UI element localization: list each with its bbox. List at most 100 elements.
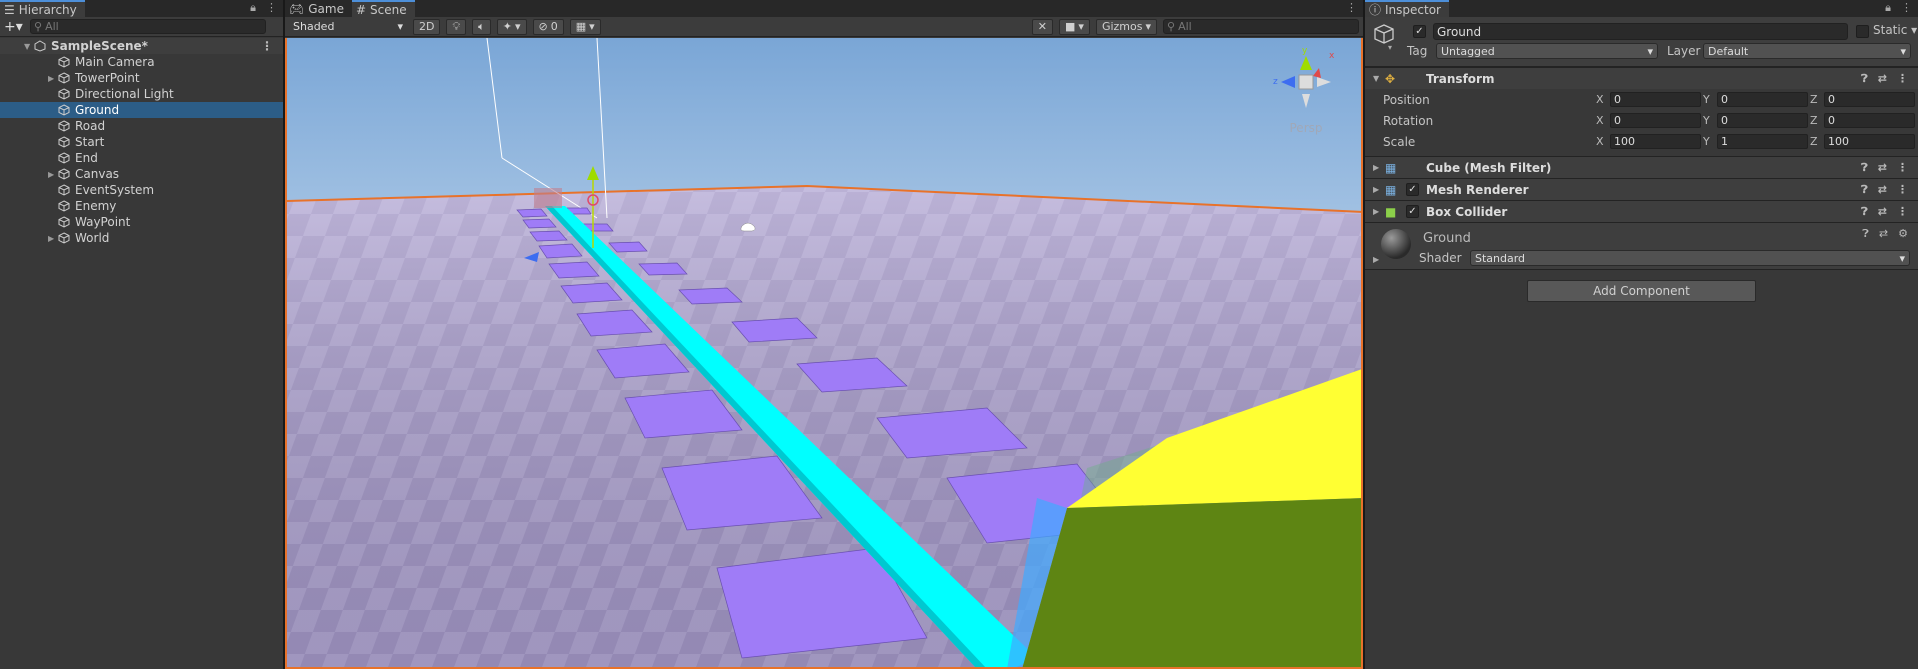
hierarchy-item[interactable]: ▶ TowerPoint [0, 70, 283, 86]
y-label[interactable]: Y [1703, 114, 1717, 127]
rotation-z-field[interactable]: 0 [1824, 113, 1915, 128]
tab-game[interactable]: 🎮︎ Game [285, 0, 352, 17]
tab-inspector[interactable]: ⓘ Inspector [1365, 0, 1449, 17]
position-label[interactable]: Position [1383, 93, 1430, 107]
mesh-renderer-component-header[interactable]: ▶ ▦ ✓ Mesh Renderer ❓︎ ⇄ ⋮ [1365, 178, 1918, 200]
hierarchy-item[interactable]: Enemy [0, 198, 283, 214]
lock-icon[interactable]: 🔒︎ [250, 1, 256, 15]
expand-arrow-icon[interactable]: ▶ [1373, 163, 1379, 172]
scene-root[interactable]: ▼ SampleScene* ⋮ [0, 38, 283, 54]
preset-icon[interactable]: ⇄ [1878, 161, 1887, 175]
position-x-field[interactable]: 0 [1610, 92, 1701, 107]
help-icon[interactable]: ❓︎ [1861, 161, 1868, 175]
more-menu-icon[interactable]: ⋮ [1901, 1, 1912, 15]
grid-snap-dropdown[interactable]: ▦ ▾ [569, 18, 601, 35]
preset-icon[interactable]: ⇄ [1878, 72, 1887, 86]
mesh-renderer-enabled-checkbox[interactable]: ✓ [1406, 183, 1419, 196]
gizmos-dropdown[interactable]: Gizmos ▾ [1095, 18, 1157, 35]
scene-menu-icon[interactable]: ⋮ [261, 39, 273, 53]
scale-label[interactable]: Scale [1383, 135, 1415, 149]
help-icon[interactable]: ❓︎ [1861, 183, 1868, 197]
scale-x-field[interactable]: 100 [1610, 134, 1701, 149]
active-checkbox[interactable]: ✓ [1413, 25, 1426, 38]
hierarchy-item[interactable]: Start [0, 134, 283, 150]
z-label[interactable]: Z [1810, 135, 1824, 148]
hierarchy-item[interactable]: WayPoint [0, 214, 283, 230]
tab-hierarchy[interactable]: ☰ Hierarchy [0, 0, 85, 17]
box-collider-component-header[interactable]: ▶ ■ ✓ Box Collider ❓︎ ⇄ ⋮ [1365, 200, 1918, 222]
y-label[interactable]: Y [1703, 93, 1717, 106]
gameobject-cube-icon[interactable] [1373, 23, 1395, 45]
mesh-filter-component-header[interactable]: ▶ ▦ Cube (Mesh Filter) ❓︎ ⇄ ⋮ [1365, 156, 1918, 178]
gear-icon[interactable]: ⚙ [1898, 227, 1908, 241]
collapse-arrow-icon[interactable]: ▼ [1373, 74, 1379, 83]
layer-dropdown[interactable]: Default ▾ [1703, 43, 1911, 59]
chevron-down-icon[interactable]: ▾ [1388, 43, 1392, 52]
lock-icon[interactable]: 🔒︎ [1885, 1, 1891, 15]
preset-icon[interactable]: ⇄ [1878, 183, 1887, 197]
hierarchy-item[interactable]: EventSystem [0, 182, 283, 198]
hierarchy-item[interactable]: Ground [0, 102, 283, 118]
hierarchy-item[interactable]: End [0, 150, 283, 166]
expand-arrow-icon[interactable]: ▶ [48, 170, 54, 179]
tag-dropdown[interactable]: Untagged ▾ [1436, 43, 1658, 59]
x-label[interactable]: X [1596, 135, 1610, 148]
z-label[interactable]: Z [1810, 93, 1824, 106]
camera-dropdown[interactable]: ■ ▾ [1059, 18, 1090, 35]
transform-component-header[interactable]: ▼ ✥ Transform ❓︎ ⇄ ⋮ [1365, 67, 1918, 89]
hierarchy-item[interactable]: ▶ World [0, 230, 283, 246]
position-y-field[interactable]: 0 [1717, 92, 1808, 107]
shader-dropdown[interactable]: Standard ▾ [1470, 250, 1910, 266]
effects-dropdown[interactable]: ✦ ▾ [496, 18, 527, 35]
hierarchy-item[interactable]: Road [0, 118, 283, 134]
hidden-objects-toggle[interactable]: ⊘ 0 [532, 18, 564, 35]
help-icon[interactable]: ❓︎ [1861, 72, 1868, 86]
scene-render[interactable] [287, 38, 1363, 669]
static-dropdown[interactable]: Static ▾ [1873, 23, 1917, 37]
tools-button[interactable]: ✕ [1031, 18, 1053, 35]
scene-search-input[interactable]: ⚲ All [1163, 19, 1359, 34]
audio-toggle-button[interactable]: 🔈︎ [472, 18, 491, 35]
expand-arrow-icon[interactable]: ▶ [48, 234, 54, 243]
hierarchy-item[interactable]: Directional Light [0, 86, 283, 102]
expand-arrow-icon[interactable]: ▶ [1373, 255, 1379, 264]
axis-gizmo-icon[interactable]: x y z [1271, 46, 1341, 116]
x-label[interactable]: X [1596, 93, 1610, 106]
object-name-field[interactable]: Ground [1433, 23, 1848, 40]
more-menu-icon[interactable]: ⋮ [1897, 183, 1908, 197]
2d-toggle-button[interactable]: 2D [413, 18, 441, 35]
scale-y-field[interactable]: 1 [1717, 134, 1808, 149]
more-menu-icon[interactable]: ⋮ [1897, 72, 1908, 86]
x-label[interactable]: X [1596, 114, 1610, 127]
rotation-x-field[interactable]: 0 [1610, 113, 1701, 128]
tab-scene[interactable]: # Scene [351, 0, 415, 17]
scene-viewport[interactable]: x y z Persp [285, 38, 1363, 669]
preset-icon[interactable]: ⇄ [1878, 205, 1887, 219]
more-menu-icon[interactable]: ⋮ [1346, 1, 1357, 14]
create-button[interactable]: +▾ [4, 19, 26, 35]
position-z-field[interactable]: 0 [1824, 92, 1915, 107]
rotation-label[interactable]: Rotation [1383, 114, 1433, 128]
rotation-y-field[interactable]: 0 [1717, 113, 1808, 128]
hierarchy-item[interactable]: ▶ Canvas [0, 166, 283, 182]
hierarchy-search-input[interactable]: ⚲ All [30, 19, 266, 34]
shading-mode-dropdown[interactable]: Shaded ▾ [289, 18, 407, 35]
box-collider-enabled-checkbox[interactable]: ✓ [1406, 205, 1419, 218]
help-icon[interactable]: ❓︎ [1862, 227, 1869, 241]
expand-arrow-icon[interactable]: ▼ [24, 42, 30, 51]
preset-icon[interactable]: ⇄ [1879, 227, 1888, 241]
lighting-toggle-button[interactable]: 💡︎ [446, 18, 467, 35]
expand-arrow-icon[interactable]: ▶ [1373, 207, 1379, 216]
scale-z-field[interactable]: 100 [1824, 134, 1915, 149]
y-label[interactable]: Y [1703, 135, 1717, 148]
expand-arrow-icon[interactable]: ▶ [1373, 185, 1379, 194]
expand-arrow-icon[interactable]: ▶ [48, 74, 54, 83]
hierarchy-item[interactable]: Main Camera [0, 54, 283, 70]
add-component-button[interactable]: Add Component [1527, 280, 1756, 302]
static-checkbox[interactable] [1856, 25, 1869, 38]
more-menu-icon[interactable]: ⋮ [1897, 161, 1908, 175]
more-menu-icon[interactable]: ⋮ [266, 1, 277, 15]
help-icon[interactable]: ❓︎ [1861, 205, 1868, 219]
material-sphere-icon[interactable] [1381, 229, 1411, 259]
orientation-gizmo[interactable]: x y z Persp [1271, 46, 1341, 135]
